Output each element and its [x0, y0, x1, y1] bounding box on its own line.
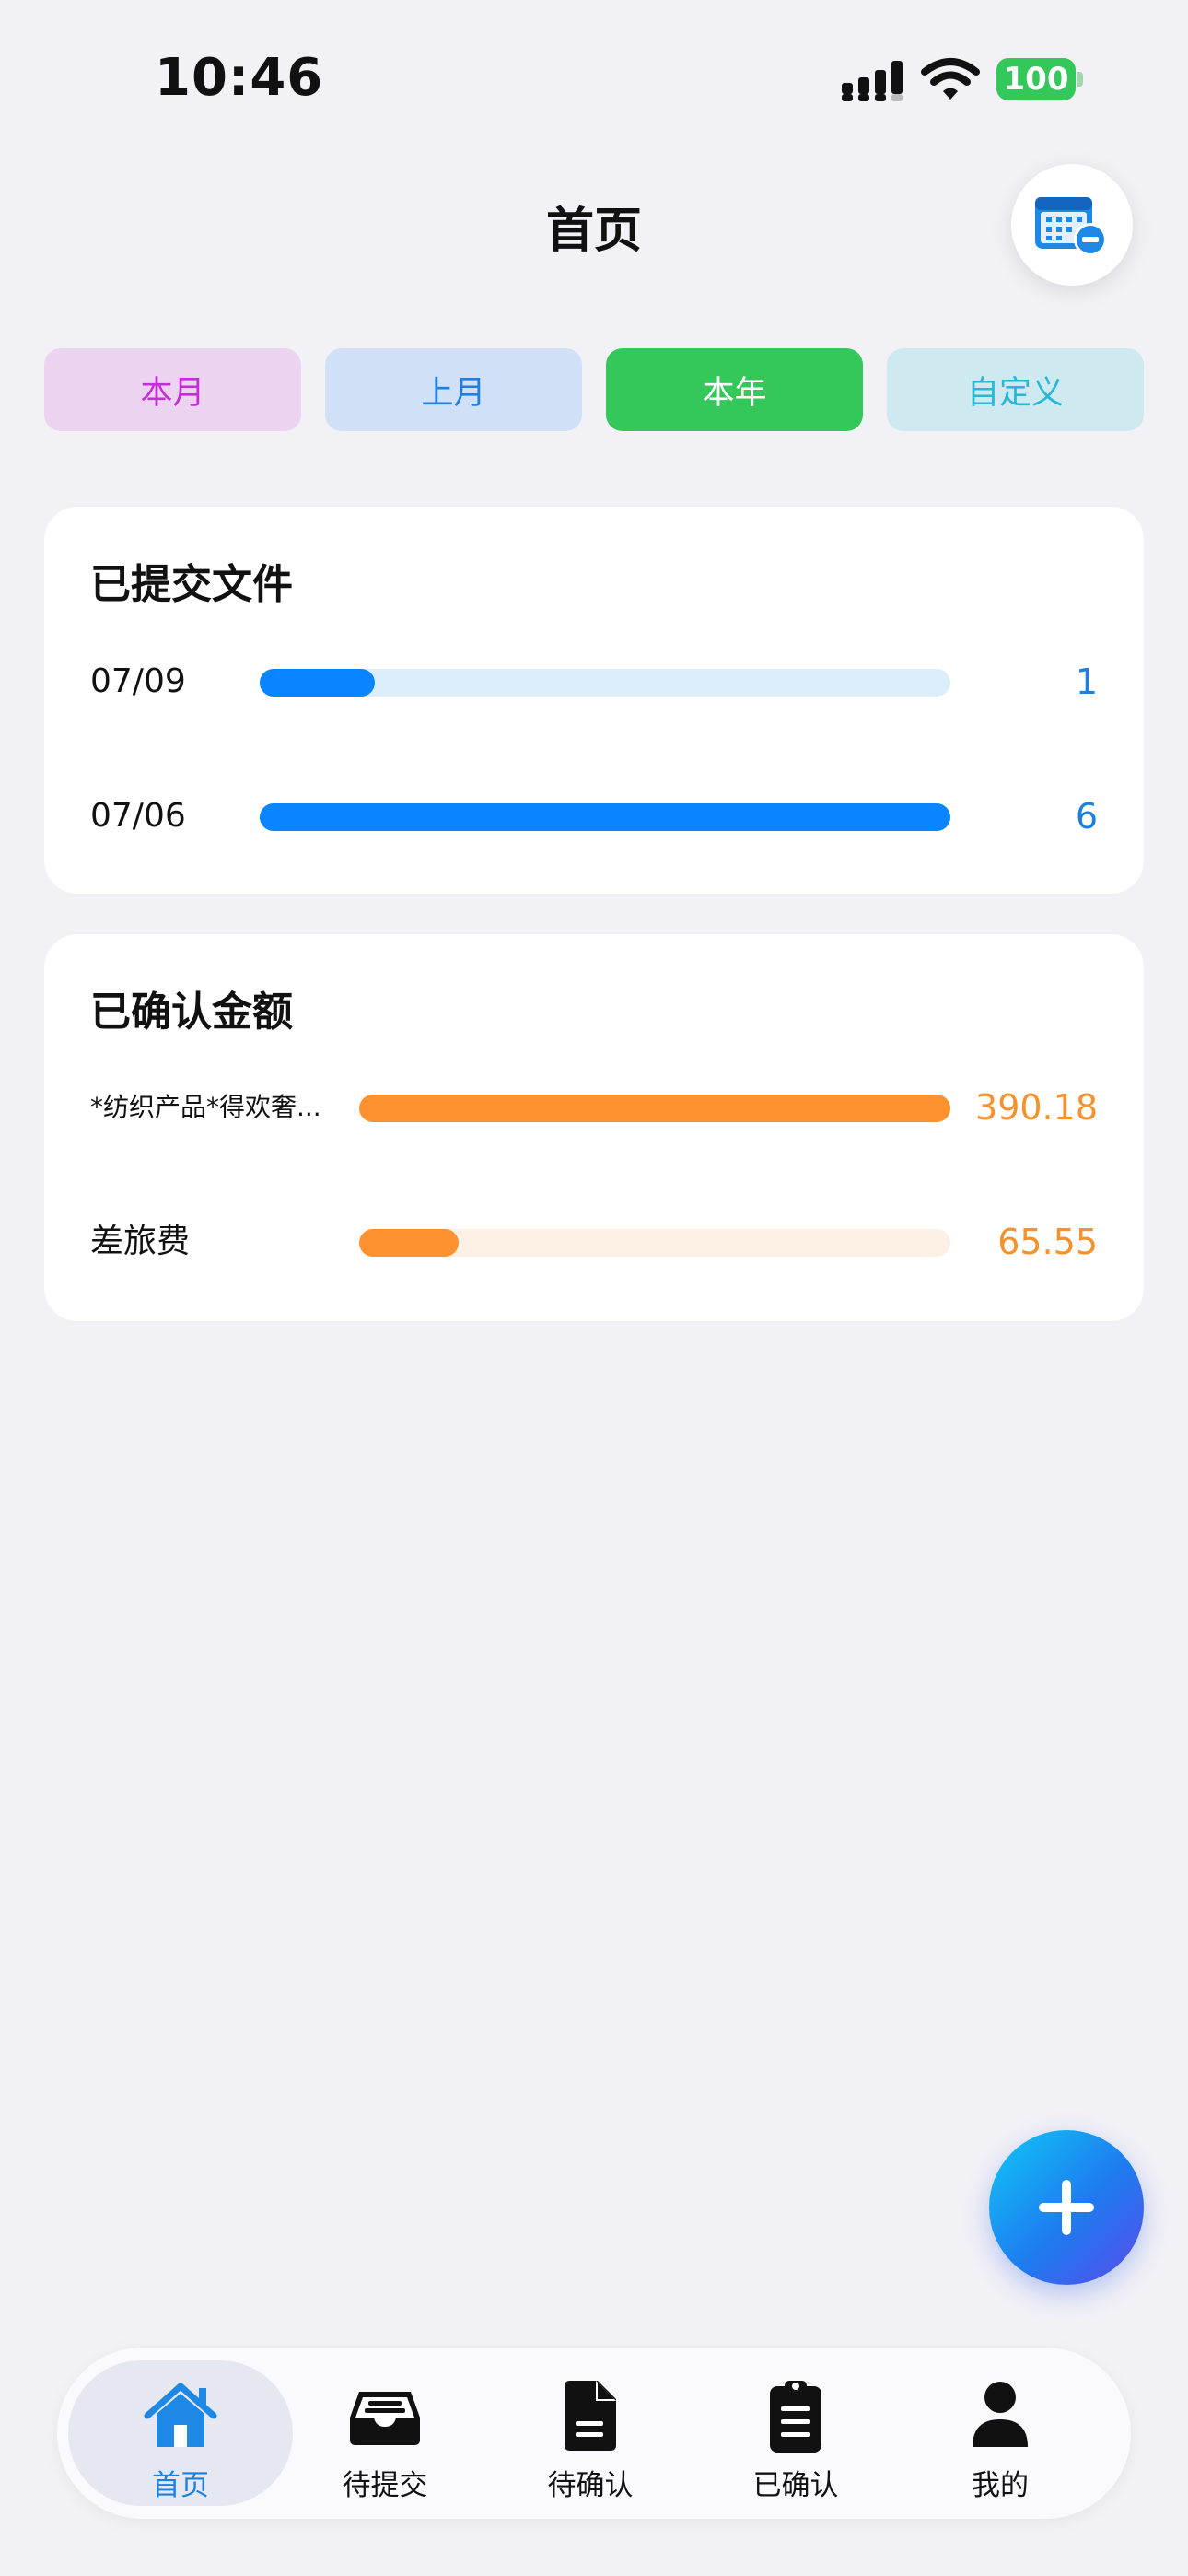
card-title: 已提交文件: [90, 561, 293, 608]
tab-last-month[interactable]: 上月: [325, 348, 582, 431]
bar-track: [359, 1229, 950, 1257]
clipboard-icon: [770, 2381, 821, 2453]
submitted-files-card: 已提交文件 07/09 1 07/06 6: [44, 507, 1144, 894]
row-value: 6: [1075, 796, 1098, 837]
tab-pending-confirm-label: 待确认: [547, 2469, 634, 2502]
bar-row[interactable]: 差旅费 65.55: [44, 1214, 1144, 1270]
row-label: *纺织产品*得欢奢...: [90, 1092, 321, 1122]
card-title: 已确认金额: [90, 989, 293, 1036]
bar-fill: [359, 1229, 459, 1257]
bar-fill: [260, 669, 376, 697]
bar-row[interactable]: 07/09 1: [44, 654, 1144, 709]
status-bar: 10:46 100: [0, 0, 1188, 157]
tab-home[interactable]: 首页: [68, 2360, 293, 2506]
tab-pending-confirm[interactable]: 待确认: [478, 2360, 703, 2506]
row-value: 390.18: [975, 1087, 1098, 1128]
row-label: 07/09: [90, 662, 186, 700]
bar-track: [260, 803, 950, 831]
battery-icon: 100: [996, 58, 1083, 100]
tab-pending-submit[interactable]: 待提交: [273, 2360, 497, 2506]
row-label: 差旅费: [90, 1223, 191, 1260]
tab-this-month[interactable]: 本月: [44, 348, 301, 431]
add-button[interactable]: [989, 2130, 1144, 2285]
battery-level: 100: [996, 58, 1076, 100]
tab-profile-label: 我的: [972, 2469, 1029, 2502]
tab-profile[interactable]: 我的: [888, 2360, 1112, 2506]
row-value: 1: [1075, 662, 1098, 702]
period-tabs: 本月 上月 本年 自定义: [44, 348, 1144, 431]
row-label: 07/06: [90, 797, 186, 835]
inbox-icon: [350, 2392, 420, 2445]
status-time: 10:46: [155, 48, 324, 108]
bar-track: [359, 1095, 950, 1122]
cellular-signal-icon: [842, 61, 903, 101]
document-icon: [565, 2381, 616, 2451]
confirmed-amounts-card: 已确认金额 *纺织产品*得欢奢... 390.18 差旅费 65.55: [44, 934, 1144, 1321]
tab-pending-submit-label: 待提交: [342, 2469, 428, 2502]
row-value: 65.55: [997, 1222, 1098, 1262]
tab-custom[interactable]: 自定义: [887, 348, 1144, 431]
battery-cap: [1077, 72, 1083, 87]
bar-row[interactable]: 07/06 6: [44, 789, 1144, 844]
page-title: 首页: [545, 204, 642, 259]
calendar-minus-icon: [1035, 197, 1107, 256]
tab-home-label: 首页: [152, 2469, 209, 2502]
bar-fill: [359, 1095, 950, 1122]
tab-confirmed-label: 已确认: [752, 2469, 839, 2502]
bar-fill: [260, 803, 950, 831]
tab-confirmed[interactable]: 已确认: [683, 2360, 908, 2506]
person-icon: [973, 2382, 1028, 2447]
bar-row[interactable]: *纺织产品*得欢奢... 390.18: [44, 1080, 1144, 1135]
bar-track: [260, 669, 950, 697]
home-icon: [144, 2383, 217, 2447]
wifi-icon: [921, 58, 980, 100]
calendar-filter-button[interactable]: [1011, 164, 1133, 286]
plus-icon: [1039, 2180, 1094, 2235]
tab-this-year[interactable]: 本年: [606, 348, 863, 431]
bottom-tab-bar: 首页 待提交 待确认 已确认 我的: [57, 2348, 1131, 2519]
